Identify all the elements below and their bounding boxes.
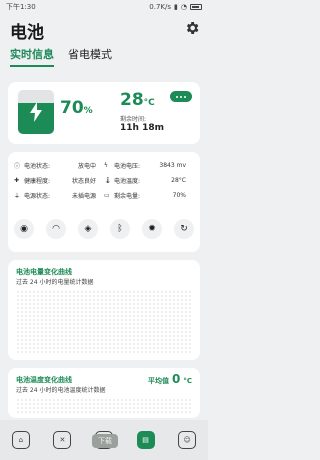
info-label: 电池电压: — [114, 163, 141, 170]
hotspot-icon[interactable]: ◈ — [78, 219, 98, 239]
chart-plot-area — [16, 290, 192, 354]
battery-nav-icon[interactable]: ▤ — [136, 431, 155, 449]
bolt-icon: ϟ — [104, 162, 108, 169]
thermometer-icon: 🌡 — [104, 177, 112, 184]
tab-realtime[interactable]: 实时信息 — [10, 46, 54, 67]
status-bar: 下午1:30 0.7K/s ▮ ◔ — [0, 0, 208, 14]
status-time: 下午1:30 — [6, 3, 36, 11]
page-title: 电池 — [10, 23, 44, 43]
quick-toggle-row: ◉ ◠ ◈ ᛒ ✹ ↻ — [14, 219, 194, 239]
info-icon: ⓘ — [14, 163, 21, 170]
battery-icon: ▭ — [104, 192, 110, 199]
battery-temperature: 28°C — [120, 90, 155, 110]
home-icon[interactable]: ⌂ — [11, 431, 30, 449]
wifi-status-icon: ◔ — [180, 3, 187, 11]
tools-icon[interactable]: ✕ — [53, 431, 72, 449]
info-value: 状态良好 — [71, 178, 96, 185]
bluetooth-icon[interactable]: ᛒ — [110, 219, 130, 239]
gear-icon[interactable] — [184, 20, 200, 36]
average-temperature: 平均值 0 °C — [148, 372, 192, 386]
profile-icon[interactable]: ☺ — [178, 431, 197, 449]
average-unit: °C — [183, 377, 192, 385]
charging-bolt-icon — [18, 90, 54, 134]
info-label: 电池温度: — [114, 178, 141, 185]
info-label: 剩余电量: — [114, 193, 141, 200]
plug-icon: ⏚ — [14, 193, 21, 200]
chart-title: 电池电量变化曲线 — [16, 268, 72, 276]
average-value: 0 — [172, 372, 181, 386]
chart-subtitle: 过去 24 小时的电量统计数据 — [16, 279, 94, 286]
wifi-icon[interactable]: ◠ — [46, 219, 66, 239]
health-icon: ✚ — [14, 177, 20, 184]
rotate-icon[interactable]: ↻ — [174, 219, 194, 239]
remaining-time-value: 11h 18m — [120, 123, 164, 133]
chart-plot-area — [16, 398, 192, 414]
battery-info-card: ⓘ 电池状态: 放电中 ϟ 电池电压: 3843 mv ✚ 健康程度: 状态良好 🌡 电池温度… — [8, 152, 200, 252]
battery-percent: 70% — [60, 98, 93, 118]
info-label: 健康程度: — [24, 178, 51, 185]
tab-bar: 实时信息 省电模式 — [10, 46, 112, 67]
info-label: 电池状态: — [24, 163, 51, 170]
tab-power-saving[interactable]: 省电模式 — [68, 46, 112, 67]
power-chart-card: 电池电量变化曲线 过去 24 小时的电量统计数据 — [8, 260, 200, 360]
info-label: 电源状态: — [24, 193, 51, 200]
battery-level-indicator — [18, 90, 54, 134]
brightness-icon[interactable]: ✹ — [142, 219, 162, 239]
info-value: 28°C — [171, 177, 186, 184]
temperature-chart-card: 电池温度变化曲线 过去 24 小时的电池温度统计数据 平均值 0 °C — [8, 368, 200, 418]
info-value: 70% — [172, 192, 186, 199]
signal-icon: ▮ — [174, 3, 178, 11]
info-value: 3843 mv — [159, 162, 186, 169]
info-value: 未插电源 — [71, 193, 96, 200]
more-button[interactable] — [170, 91, 192, 102]
status-battery-icon — [190, 4, 202, 10]
remaining-time-label: 剩余时间: — [120, 116, 147, 123]
chart-subtitle: 过去 24 小时的电池温度统计数据 — [16, 387, 106, 394]
average-label: 平均值 — [148, 377, 169, 385]
chart-title: 电池温度变化曲线 — [16, 376, 72, 384]
network-speed: 0.7K/s — [149, 3, 172, 11]
battery-overview-card: 70% 28°C 剩余时间: 11h 18m — [8, 82, 200, 144]
toast-message: 下载 — [92, 434, 118, 448]
eye-icon[interactable]: ◉ — [14, 219, 34, 239]
info-value: 放电中 — [77, 163, 96, 170]
